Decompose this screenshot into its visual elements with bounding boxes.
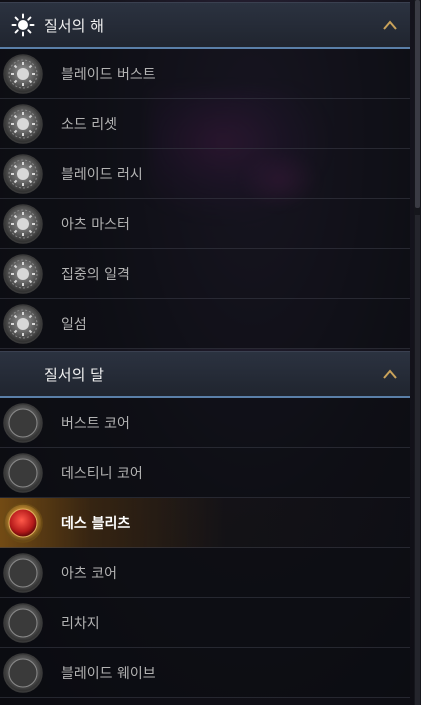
skill-label: 블레이드 러시 [61,166,143,183]
sun-skill-icon [2,103,44,145]
section-header-order-sun[interactable]: 질서의 해 [0,2,410,49]
scrollbar-track[interactable] [415,215,420,705]
skill-row[interactable]: 아츠 마스터 [0,199,410,249]
chevron-up-icon[interactable] [382,17,398,33]
skill-label: 일섬 [61,316,87,333]
skill-panel: 질서의 해 블레이드 버스트 소드 리셋 블레이드 러시 아츠 마스터 집중의 … [0,0,410,698]
sun-skill-icon [2,303,44,345]
skill-label: 아츠 마스터 [61,216,130,233]
skill-row[interactable]: 블레이드 러시 [0,149,410,199]
sun-skill-icon [2,153,44,195]
skill-label: 리차지 [61,615,100,632]
skill-label: 버스트 코어 [61,415,130,432]
moon-skill-icon [2,402,44,444]
skill-row[interactable]: 버스트 코어 [0,398,410,448]
skill-label: 집중의 일격 [61,266,130,283]
moon-skill-icon [2,602,44,644]
scrollbar[interactable] [414,0,421,705]
skill-row-selected[interactable]: 데스 블리츠 [0,498,410,548]
sun-skill-icon [2,203,44,245]
sun-skill-icon [2,253,44,295]
moon-skill-icon [2,552,44,594]
skill-label: 아츠 코어 [61,565,117,582]
scrollbar-thumb[interactable] [415,0,420,208]
section-title: 질서의 달 [44,365,104,384]
skill-row[interactable]: 블레이드 웨이브 [0,648,410,698]
skill-row[interactable]: 데스티니 코어 [0,448,410,498]
skill-label: 블레이드 웨이브 [61,665,156,682]
skill-label: 데스티니 코어 [61,465,143,482]
skill-label: 소드 리셋 [61,116,117,133]
chevron-up-icon[interactable] [382,366,398,382]
skill-row[interactable]: 소드 리셋 [0,99,410,149]
skill-row[interactable]: 집중의 일격 [0,249,410,299]
moon-skill-icon [2,652,44,694]
skill-row[interactable]: 아츠 코어 [0,548,410,598]
section-header-order-moon[interactable]: 질서의 달 [0,351,410,398]
moon-skill-icon [2,502,44,544]
sun-icon [10,12,36,38]
skill-row[interactable]: 리차지 [0,598,410,648]
moon-icon [10,361,36,387]
skill-row[interactable]: 블레이드 버스트 [0,49,410,99]
skill-row[interactable]: 일섬 [0,299,410,349]
skill-label: 데스 블리츠 [61,515,131,532]
moon-skill-icon [2,452,44,494]
sun-skill-icon [2,53,44,95]
section-title: 질서의 해 [44,16,104,35]
skill-label: 블레이드 버스트 [61,66,156,83]
